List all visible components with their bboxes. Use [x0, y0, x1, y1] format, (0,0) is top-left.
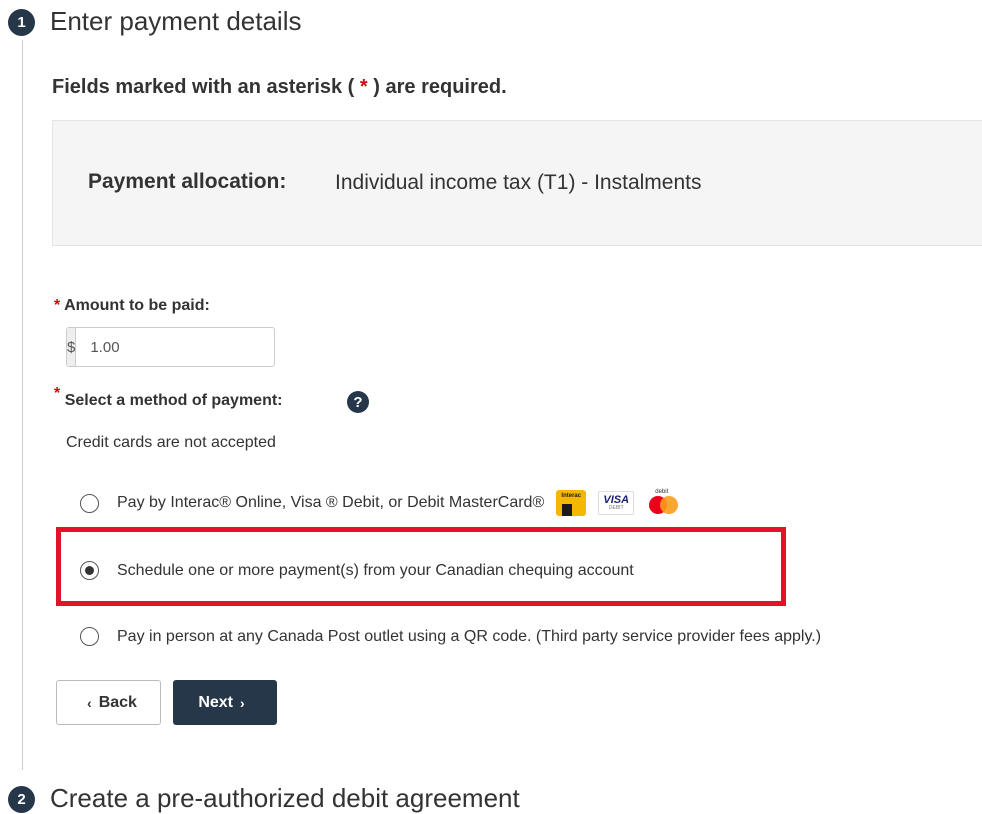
required-asterisk: * — [54, 385, 61, 402]
payment-option-canada-post[interactable]: Pay in person at any Canada Post outlet … — [80, 627, 821, 646]
amount-input[interactable] — [76, 328, 290, 366]
currency-addon: $ — [67, 328, 77, 366]
step-2-title: Create a pre-authorized debit agreement — [50, 783, 520, 813]
payment-option-label: Pay in person at any Canada Post outlet … — [117, 627, 822, 645]
chevron-left-icon: ‹ — [87, 694, 92, 711]
visa-debit-logo: VISA DEBIT — [598, 491, 635, 515]
payment-allocation-value: Individual income tax (T1) - Instalments — [335, 171, 702, 194]
payment-option-chequing[interactable]: Schedule one or more payment(s) from you… — [80, 561, 634, 580]
payment-allocation-label: Payment allocation: — [88, 170, 287, 193]
payment-option-label: Schedule one or more payment(s) from you… — [117, 561, 634, 579]
radio-button[interactable] — [80, 493, 99, 513]
card-logos: Interac VISA DEBIT debit — [556, 489, 682, 516]
payment-option-interac[interactable]: Pay by Interac® Online, Visa ® Debit, or… — [80, 489, 682, 516]
required-asterisk: * — [359, 76, 368, 98]
step-1-badge: 1 — [8, 9, 35, 36]
amount-label: * Amount to be paid: — [54, 297, 210, 314]
required-fields-note: Fields marked with an asterisk ( * ) are… — [52, 76, 507, 98]
radio-button[interactable] — [80, 627, 99, 646]
step-1-title: Enter payment details — [50, 6, 302, 36]
payment-option-label: Pay by Interac® Online, Visa ® Debit, or… — [117, 494, 545, 511]
step-2-badge: 2 — [8, 786, 35, 813]
payment-method-label: * Select a method of payment: — [54, 385, 283, 409]
credit-card-hint: Credit cards are not accepted — [66, 434, 276, 451]
amount-input-group: $ — [66, 327, 290, 367]
next-button[interactable]: Next › — [173, 680, 277, 725]
debit-mastercard-logo: debit — [646, 489, 682, 516]
help-icon[interactable]: ? — [347, 391, 369, 413]
interac-logo: Interac — [556, 490, 587, 516]
payment-allocation-panel: Payment allocation: Individual income ta… — [52, 120, 982, 246]
step-connector-line — [22, 40, 23, 770]
radio-button-checked[interactable] — [80, 561, 99, 580]
back-button[interactable]: ‹ Back — [56, 680, 161, 725]
required-asterisk: * — [54, 297, 61, 314]
chevron-right-icon: › — [240, 694, 245, 711]
